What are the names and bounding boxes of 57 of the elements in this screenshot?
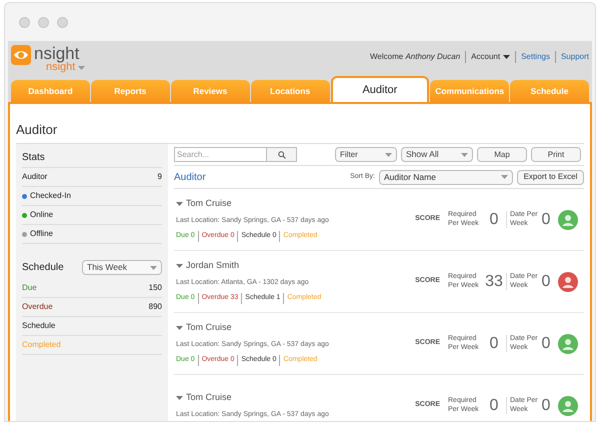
- auditor-name: Jordan Smith: [186, 259, 240, 272]
- required-value: 0: [488, 210, 500, 230]
- stats-title: Stats: [22, 148, 162, 168]
- window-control-icon[interactable]: [19, 16, 30, 28]
- window-control-icon[interactable]: [57, 16, 68, 28]
- schedule-label: Schedule: [22, 320, 56, 332]
- stat-label: Auditor: [22, 171, 48, 183]
- auditor-name: Tom Cruise: [186, 321, 232, 334]
- stat-label: Checked-In: [30, 190, 71, 202]
- schedule-label: Due: [22, 282, 37, 294]
- toolbar-button[interactable]: Map: [477, 147, 527, 162]
- header-link[interactable]: Support: [560, 51, 589, 63]
- filter-dropdown[interactable]: Filter: [335, 147, 397, 162]
- search-icon: [278, 150, 286, 158]
- header-link[interactable]: Settings: [521, 51, 550, 63]
- show-dropdown[interactable]: Show All: [401, 147, 473, 162]
- logo-text: nsight: [34, 45, 80, 62]
- required-value: 33: [484, 272, 504, 292]
- toolbar-button[interactable]: Print: [531, 147, 581, 162]
- welcome-text: Welcome Anthony Ducan: [370, 51, 460, 63]
- caret-icon: [503, 55, 510, 59]
- stat-label: Online: [30, 209, 54, 221]
- done-value: 0: [540, 334, 552, 354]
- search-field[interactable]: Search...: [174, 147, 267, 162]
- auditor-name: Tom Cruise: [186, 391, 232, 404]
- stat-value: 9: [158, 171, 162, 183]
- caret-icon: [385, 152, 392, 156]
- caret-icon: [461, 152, 468, 156]
- stat-label: Offline: [30, 228, 53, 240]
- schedule-value: 150: [148, 282, 162, 294]
- nav-tab[interactable]: Auditor: [330, 76, 430, 103]
- search-button[interactable]: [267, 147, 297, 162]
- schedule-label: Overdue: [22, 301, 53, 313]
- required-value: 0: [488, 396, 500, 416]
- schedule-label: Completed: [22, 339, 61, 351]
- auditor-name: Tom Cruise: [186, 197, 232, 210]
- caret-icon: [78, 66, 86, 70]
- caret-icon: [176, 202, 183, 206]
- done-value: 0: [540, 272, 552, 292]
- schedule-title: Schedule: [22, 261, 64, 275]
- list-title: Auditor: [174, 170, 207, 184]
- schedule-value: 890: [148, 301, 162, 313]
- caret-icon: [501, 175, 508, 179]
- page-title: Auditor: [16, 120, 58, 138]
- caret-icon: [176, 264, 183, 268]
- done-value: 0: [540, 210, 552, 230]
- caret-icon: [150, 266, 157, 270]
- required-value: 0: [488, 334, 500, 354]
- account-menu[interactable]: Account: [471, 51, 510, 63]
- period-dropdown[interactable]: This Week: [82, 260, 162, 275]
- done-value: 0: [540, 396, 552, 416]
- window-control-icon[interactable]: [38, 16, 49, 28]
- eye-logo-icon: [11, 45, 31, 65]
- export-button[interactable]: Export to Excel: [517, 170, 584, 184]
- caret-icon: [176, 326, 183, 330]
- sort-dropdown[interactable]: Auditor Name: [379, 170, 513, 184]
- caret-icon: [176, 396, 183, 400]
